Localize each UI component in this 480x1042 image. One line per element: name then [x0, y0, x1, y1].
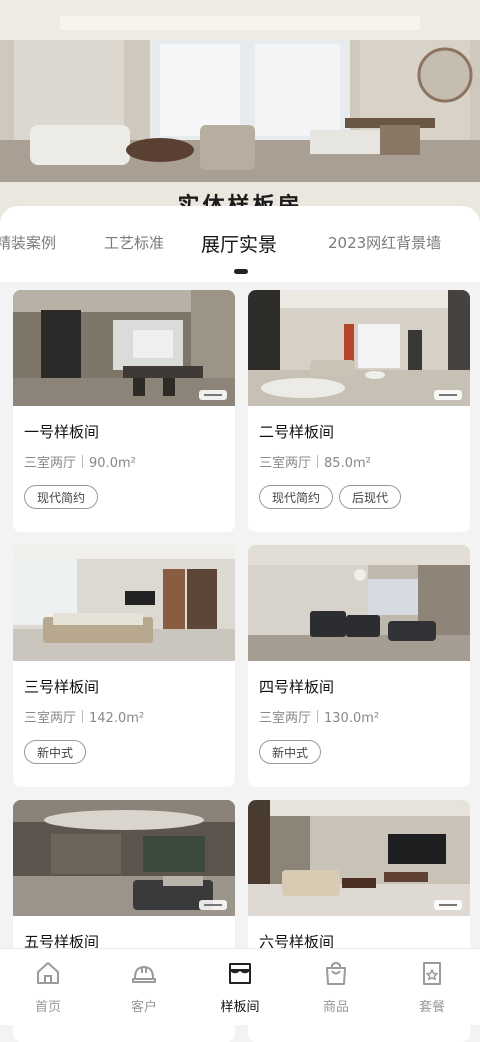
- nav-label: 商品: [322, 1000, 349, 1015]
- meta-divider: [82, 710, 84, 723]
- showroom-card[interactable]: 二号样板间 三室两厅 85.0m² 现代简约 后现代: [248, 290, 470, 532]
- style-tag[interactable]: 后现代: [339, 485, 402, 509]
- nav-customers[interactable]: 客户: [96, 949, 192, 1025]
- card-layout: 三室两厅: [259, 456, 312, 471]
- card-tags: 现代简约 后现代: [259, 485, 407, 509]
- showroom-card[interactable]: 一号样板间 三室两厅 90.0m² 现代简约: [13, 290, 235, 532]
- active-tab-indicator: [234, 269, 248, 274]
- category-tabs: 精装案例 工艺标准 展厅实景 2023网红背景墙: [0, 206, 480, 282]
- card-meta: 三室两厅 130.0m²: [259, 707, 379, 726]
- card-meta: 三室两厅 142.0m²: [24, 707, 144, 726]
- style-tag[interactable]: 新中式: [259, 740, 322, 764]
- card-photo: [13, 800, 235, 916]
- nav-label: 客户: [130, 1000, 157, 1015]
- shopping-bag-icon: [326, 962, 346, 985]
- vr-badge-icon: [199, 900, 227, 910]
- card-layout: 三室两厅: [259, 711, 312, 726]
- style-tag[interactable]: 新中式: [24, 740, 87, 764]
- storefront-icon: [229, 963, 251, 984]
- card-photo: [13, 545, 235, 661]
- card-meta: 三室两厅 85.0m²: [259, 452, 371, 471]
- nav-label: 套餐: [418, 1000, 445, 1015]
- tab-craft-standards[interactable]: 工艺标准: [104, 232, 164, 253]
- card-tags: 现代简约: [24, 485, 104, 509]
- tab-showroom[interactable]: 展厅实景: [201, 230, 277, 257]
- meta-divider: [317, 455, 319, 468]
- card-title: 三号样板间: [24, 678, 100, 696]
- tab-feature-walls[interactable]: 2023网红背景墙: [328, 232, 441, 253]
- nav-showrooms[interactable]: 样板间: [192, 949, 288, 1025]
- package-icon: [423, 962, 441, 985]
- meta-divider: [82, 455, 84, 468]
- home-icon: [37, 962, 59, 984]
- style-tag[interactable]: 现代简约: [24, 485, 99, 509]
- tab-decoration-cases[interactable]: 精装案例: [0, 232, 56, 253]
- nav-label: 样板间: [220, 1000, 260, 1015]
- meta-divider: [317, 710, 319, 723]
- card-tags: 新中式: [259, 740, 327, 764]
- card-area: 130.0m²: [324, 711, 380, 726]
- nav-products[interactable]: 商品: [288, 949, 384, 1025]
- card-photo: [13, 290, 235, 406]
- card-title: 二号样板间: [259, 423, 335, 441]
- card-photo: [248, 290, 470, 406]
- nav-label: 首页: [34, 1000, 61, 1015]
- card-layout: 三室两厅: [24, 711, 77, 726]
- card-area: 85.0m²: [324, 456, 371, 471]
- card-area: 90.0m²: [89, 456, 136, 471]
- hero-banner[interactable]: 实体样板房: [0, 0, 480, 222]
- nav-packages[interactable]: 套餐: [384, 949, 480, 1025]
- nav-home[interactable]: 首页: [0, 949, 96, 1025]
- card-layout: 三室两厅: [24, 456, 77, 471]
- bottom-nav: 首页 客户 样板间 商品 套餐: [0, 948, 480, 1025]
- vr-badge-icon: [434, 900, 462, 910]
- card-photo: [248, 545, 470, 661]
- vr-badge-icon: [199, 390, 227, 400]
- card-title: 一号样板间: [24, 423, 100, 441]
- card-area: 142.0m²: [89, 711, 145, 726]
- style-tag[interactable]: 现代简约: [259, 485, 334, 509]
- card-photo: [248, 800, 470, 916]
- showroom-card[interactable]: 三号样板间 三室两厅 142.0m² 新中式: [13, 545, 235, 787]
- vr-badge-icon: [434, 390, 462, 400]
- card-tags: 新中式: [24, 740, 92, 764]
- card-meta: 三室两厅 90.0m²: [24, 452, 136, 471]
- card-title: 四号样板间: [259, 678, 335, 696]
- showroom-card[interactable]: 四号样板间 三室两厅 130.0m² 新中式: [248, 545, 470, 787]
- hardhat-icon: [132, 965, 156, 983]
